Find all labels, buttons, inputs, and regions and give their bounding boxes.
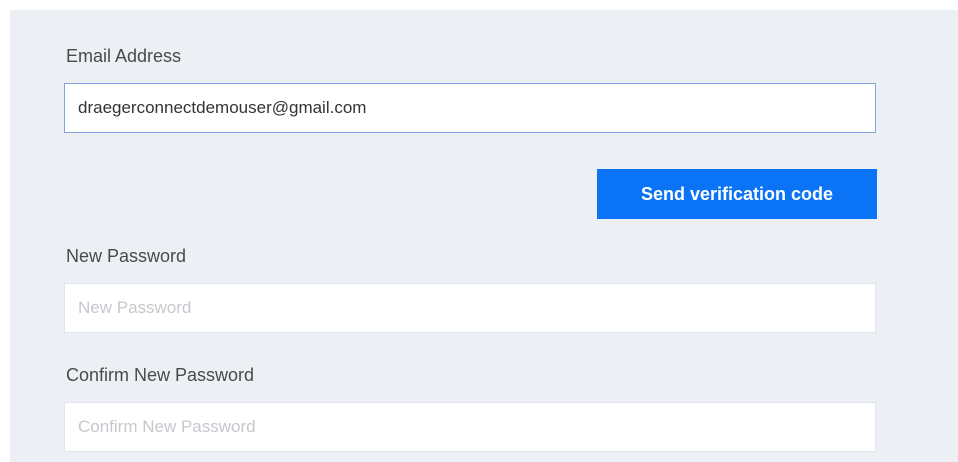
new-password-label: New Password xyxy=(66,246,187,266)
email-field[interactable] xyxy=(64,83,876,133)
email-label: Email Address xyxy=(66,46,182,66)
password-reset-form: Email Address Send verification code New… xyxy=(10,10,958,462)
confirm-password-label: Confirm New Password xyxy=(66,365,255,385)
send-verification-code-button[interactable]: Send verification code xyxy=(597,169,877,219)
confirm-password-field[interactable] xyxy=(64,402,876,452)
new-password-field[interactable] xyxy=(64,283,876,333)
